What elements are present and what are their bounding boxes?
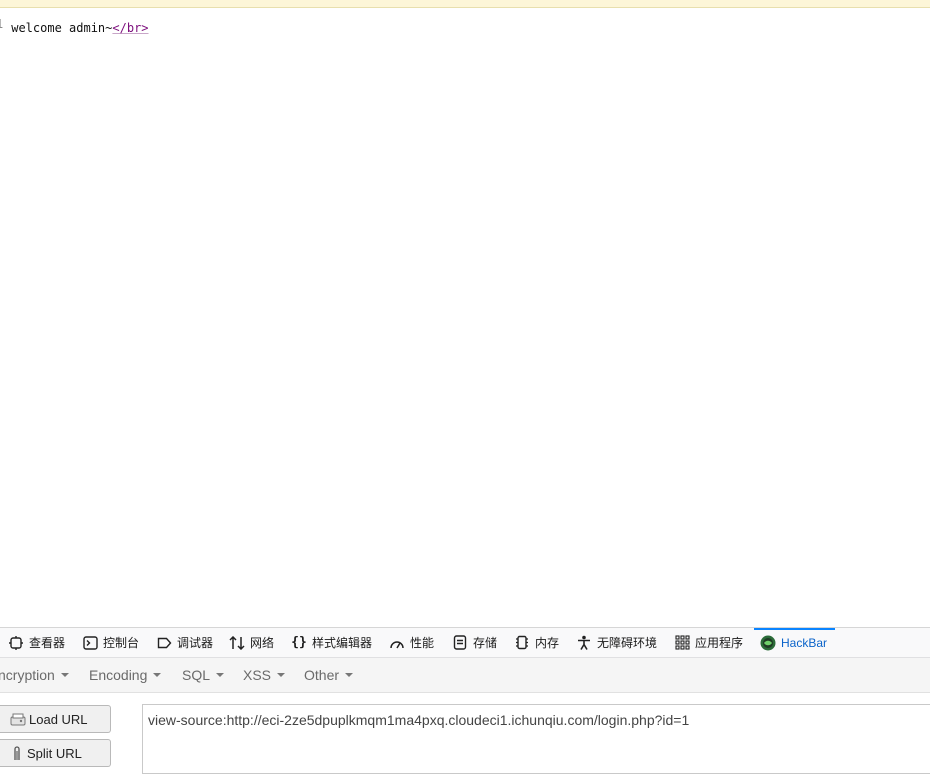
split-url-button[interactable]: Split URL — [0, 739, 111, 767]
tab-accessibility[interactable]: 无障碍环境 — [576, 628, 657, 657]
menu-encryption[interactable]: ncryption — [0, 658, 69, 692]
debugger-icon — [156, 635, 172, 651]
accessibility-icon — [576, 635, 592, 651]
tab-label: 无障碍环境 — [597, 636, 658, 650]
source-line: 1 welcome admin~</br> — [0, 16, 149, 36]
hackbar-menu: ncryption Encoding SQL XSS Other — [0, 658, 930, 693]
tab-storage[interactable]: 存储 — [452, 628, 497, 657]
inspector-icon — [8, 635, 24, 651]
storage-icon — [452, 635, 468, 651]
tab-performance[interactable]: 性能 — [389, 628, 434, 657]
caret-down-icon — [345, 673, 354, 677]
menu-sql[interactable]: SQL — [182, 658, 225, 692]
tab-application[interactable]: 应用程序 — [674, 628, 743, 657]
network-icon — [229, 635, 245, 651]
caret-down-icon — [216, 673, 225, 677]
menu-label: Other — [304, 667, 340, 683]
caret-down-icon — [153, 673, 162, 677]
source-text: welcome admin~ — [11, 21, 113, 35]
load-url-icon — [10, 712, 26, 726]
split-url-icon — [10, 745, 24, 761]
source-tag-link[interactable]: </br> — [112, 21, 148, 35]
tab-label: 查看器 — [29, 636, 66, 650]
devtools-tabbar: 查看器 控制台 调试器 网络 {} 样式编辑器 性能 存储 内存 无障碍环境 应… — [0, 628, 930, 658]
caret-down-icon — [60, 673, 69, 677]
tab-memory[interactable]: 内存 — [514, 628, 559, 657]
tab-label: 调试器 — [177, 636, 214, 650]
tab-hackbar[interactable]: HackBar — [753, 628, 836, 657]
line-number: 1 — [0, 16, 4, 32]
url-input[interactable]: view-source:http://eci-2ze5dpuplkmqm1ma4… — [142, 704, 930, 774]
notification-bar — [0, 0, 930, 8]
application-icon — [674, 635, 690, 651]
menu-label: XSS — [243, 667, 272, 683]
menu-label: SQL — [182, 667, 211, 683]
tab-label: 网络 — [250, 636, 275, 650]
caret-down-icon — [277, 673, 286, 677]
tab-inspector[interactable]: 查看器 — [8, 628, 65, 657]
tab-console[interactable]: 控制台 — [82, 628, 139, 657]
tab-style-editor[interactable]: {} 样式编辑器 — [291, 628, 372, 657]
tab-label: HackBar — [781, 635, 828, 650]
style-editor-icon: {} — [291, 635, 307, 650]
devtools-panel: 查看器 控制台 调试器 网络 {} 样式编辑器 性能 存储 内存 无障碍环境 应… — [0, 627, 930, 774]
split-url-label: Split URL — [27, 745, 82, 761]
memory-icon — [514, 635, 530, 651]
menu-xss[interactable]: XSS — [243, 658, 286, 692]
menu-other[interactable]: Other — [304, 658, 354, 692]
tab-label: 样式编辑器 — [312, 636, 373, 650]
load-url-button[interactable]: Load URL — [0, 705, 111, 733]
hackbar-body: Load URL Split URL view-source:http://ec… — [0, 693, 930, 774]
tab-label: 控制台 — [103, 636, 140, 650]
tab-debugger[interactable]: 调试器 — [156, 628, 213, 657]
menu-label: Encoding — [89, 667, 148, 683]
tab-label: 应用程序 — [695, 636, 744, 650]
console-icon — [82, 635, 98, 651]
tab-label: 内存 — [535, 636, 560, 650]
tab-network[interactable]: 网络 — [229, 628, 274, 657]
hackbar-icon — [760, 635, 776, 651]
load-url-label: Load URL — [29, 711, 88, 727]
tab-label: 存储 — [473, 636, 498, 650]
performance-icon — [389, 635, 405, 651]
menu-label: ncryption — [0, 667, 55, 683]
page-source-view: 1 welcome admin~</br> — [0, 10, 930, 625]
tab-label: 性能 — [410, 636, 435, 650]
menu-encoding[interactable]: Encoding — [89, 658, 162, 692]
